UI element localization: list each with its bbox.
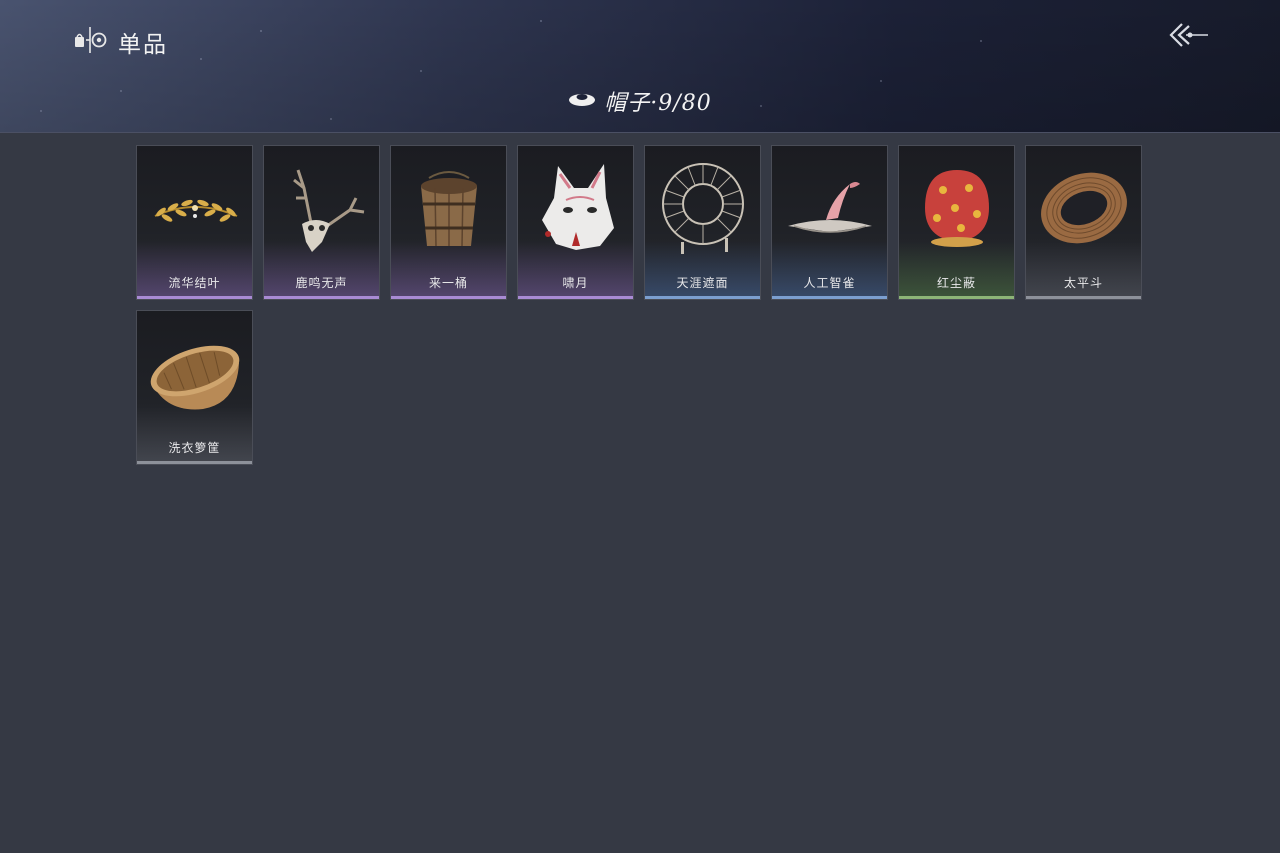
- category-label: 帽子·9/80: [604, 91, 712, 116]
- back-arrow-icon: [1169, 23, 1208, 47]
- hat-icon: [568, 90, 596, 112]
- item-name: 鹿鸣无声: [295, 276, 348, 290]
- wicker-basket-hat-icon: [1041, 172, 1127, 244]
- item-name: 洗衣箩筐: [168, 441, 221, 455]
- bamboo-frame-veil-icon: [662, 163, 744, 254]
- item-name: 天涯遮面: [676, 276, 729, 290]
- red-floral-hood-icon: [925, 170, 989, 247]
- page-title-text: 单品: [118, 32, 168, 58]
- item-name: 来一桶: [428, 276, 468, 290]
- item-card[interactable]: 鹿鸣无声: [263, 145, 380, 300]
- back-button[interactable]: [1164, 18, 1212, 54]
- top-banner: 单品 帽子·9/80: [0, 0, 1280, 133]
- item-name: 啸月: [562, 276, 589, 290]
- item-card[interactable]: 天涯遮面: [644, 145, 761, 300]
- item-card[interactable]: 洗衣箩筐: [136, 310, 253, 465]
- bird-hat-icon: [788, 182, 872, 233]
- item-name: 人工智雀: [803, 276, 856, 290]
- item-card[interactable]: 太平斗: [1025, 145, 1142, 300]
- deer-skull-antlers-icon: [293, 169, 365, 252]
- category-header: 帽子·9/80: [0, 84, 1280, 118]
- item-card[interactable]: 流华结叶: [136, 145, 253, 300]
- item-card[interactable]: 红尘蔽: [898, 145, 1015, 300]
- item-card[interactable]: 来一桶: [390, 145, 507, 300]
- wardrobe-icon: [74, 25, 108, 59]
- wooden-bucket-icon: [421, 171, 477, 247]
- item-card[interactable]: 啸月: [517, 145, 634, 300]
- item-name: 流华结叶: [168, 276, 221, 290]
- white-fox-mask-icon: [542, 164, 614, 250]
- item-name: 太平斗: [1063, 276, 1103, 290]
- page-title: 单品: [74, 25, 168, 59]
- golden-laurel-wreath-icon: [154, 199, 238, 222]
- item-card[interactable]: 人工智雀: [771, 145, 888, 300]
- item-name: 红尘蔽: [936, 276, 976, 290]
- laundry-wicker-basket-icon: [150, 345, 240, 410]
